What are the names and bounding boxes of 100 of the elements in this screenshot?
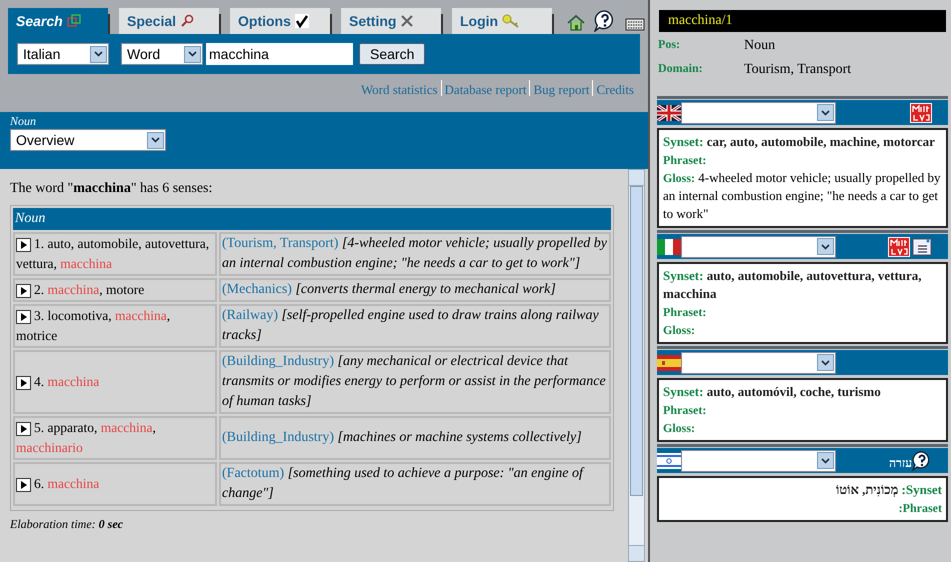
synonym[interactable]: automobile — [78, 236, 138, 251]
comma: , — [99, 282, 103, 297]
help-icon[interactable] — [594, 10, 616, 32]
synonym[interactable]: macchina — [60, 256, 112, 271]
sense-number: 4. — [34, 374, 44, 389]
comma: , — [94, 420, 98, 435]
tab[interactable]: Special — [119, 8, 219, 34]
keyboard-icon[interactable] — [625, 16, 645, 32]
synonym[interactable]: autovettura — [145, 236, 206, 251]
sense-number: 6. — [34, 476, 44, 491]
gloss-text: Gloss: — [663, 322, 696, 339]
field-value: Noun — [744, 37, 776, 55]
scrollbar[interactable] — [628, 169, 645, 562]
play-icon — [20, 313, 27, 321]
synonym[interactable]: motore — [106, 282, 144, 297]
play-icon — [20, 241, 27, 249]
play-button[interactable] — [16, 422, 31, 436]
language-select[interactable] — [681, 352, 836, 374]
tab[interactable]: Options — [230, 8, 330, 34]
table-heading: Noun — [13, 208, 611, 230]
synonym[interactable]: macchina — [48, 374, 100, 389]
senses-summary: The word "macchina" has 6 senses: — [10, 180, 214, 198]
mode-select[interactable]: Word — [121, 43, 203, 65]
comma: , — [152, 420, 156, 435]
play-button[interactable] — [16, 284, 31, 298]
language-select[interactable] — [681, 236, 836, 258]
phraset-label: Phraset: — [898, 500, 942, 517]
definition-cell: (Railway) [self-propelled engine used to draw trains along railway tracks] — [219, 304, 611, 348]
domain-link[interactable]: (Factotum) — [222, 466, 284, 481]
magnifier-icon — [180, 14, 194, 28]
tools-icon — [400, 14, 414, 28]
domain-link[interactable]: (Building_Industry) — [222, 430, 334, 445]
field-value: Tourism, Transport — [744, 61, 852, 79]
comma: , — [70, 236, 74, 251]
synonym[interactable]: macchina — [48, 476, 100, 491]
play-button[interactable] — [16, 478, 31, 492]
synset-text: Synset: car, auto, automobile, machine, motorcar — [663, 133, 936, 151]
comma: , — [166, 308, 170, 323]
phraset-label: Phraset: — [663, 304, 708, 321]
logo-icon[interactable] — [888, 236, 910, 256]
synonym[interactable]: auto — [48, 236, 71, 251]
language-select[interactable]: Italian — [17, 43, 109, 65]
sense-title: macchina/1 — [659, 10, 946, 32]
play-icon — [20, 425, 27, 433]
logo-icon[interactable] — [910, 102, 932, 122]
elaboration-time: Elaboration time: 0 sec — [10, 516, 124, 533]
field-label: Domain: — [658, 60, 704, 77]
home-icon[interactable] — [567, 14, 585, 32]
synonym[interactable]: macchina — [115, 308, 167, 323]
definition-cell: (Mechanics) [converts thermal energy to mechanical work] — [219, 278, 611, 302]
gloss-text: Gloss: 4-wheeled motor vehicle; usually propelled by an internal combustion engine; "he needs a car to get to work" — [663, 169, 942, 223]
play-button[interactable] — [16, 238, 31, 252]
synonym[interactable]: macchinario — [16, 440, 83, 455]
tab[interactable]: Setting — [341, 8, 441, 34]
search-field[interactable]: macchina — [206, 43, 353, 65]
comma: , — [53, 256, 57, 271]
view-select[interactable]: Overview — [10, 129, 166, 151]
pos-label: Noun — [10, 114, 38, 129]
help-label[interactable]: עזרה — [889, 454, 912, 472]
search-button[interactable]: Search — [359, 43, 426, 65]
synset-text: Synset: auto, automóvil, coche, turismo — [663, 383, 882, 401]
play-button[interactable] — [16, 376, 31, 390]
synonym[interactable]: motrice — [16, 328, 58, 343]
comma: , — [206, 236, 210, 251]
domain-link[interactable]: (Mechanics) — [222, 282, 292, 297]
help-icon[interactable] — [912, 450, 932, 470]
tab[interactable]: Login — [452, 8, 552, 34]
gloss-text: Gloss: — [663, 420, 696, 437]
tab[interactable]: Search — [8, 8, 108, 34]
definition-cell: (Tourism, Transport) [4-wheeled motor vehicle; usually propelled by an internal combustion engine; "he needs a car to get to work"] — [219, 232, 611, 276]
cube-icon — [66, 14, 81, 28]
synonym[interactable]: macchina — [48, 282, 100, 297]
domain-link[interactable]: (Tourism, Transport) — [222, 236, 338, 251]
synonym[interactable]: locomotiva — [48, 308, 108, 323]
definition-cell: (Building_Industry) [any mechanical or electrical device that transmits or modifies energy to perform or assist in the performance of human tasks] — [219, 350, 611, 414]
sense-number: 1. — [34, 236, 44, 251]
comma: , — [138, 236, 142, 251]
sense-number: 3. — [34, 308, 44, 323]
flag-icon — [657, 452, 681, 468]
synonym[interactable]: macchina — [100, 420, 152, 435]
definition-cell: (Factotum) [something used to achieve a purpose: "an engine of change"] — [219, 462, 611, 506]
language-select[interactable] — [681, 102, 836, 124]
flag-icon — [657, 354, 681, 370]
checkmark-icon — [294, 14, 309, 28]
synset-text: Synset: auto, automobile, autovettura, vettura, macchina — [663, 267, 923, 303]
notes-icon[interactable] — [912, 238, 932, 256]
field-label: Pos: — [658, 36, 681, 53]
flag-icon — [657, 104, 681, 120]
flag-icon — [657, 238, 681, 254]
language-select[interactable] — [681, 450, 836, 472]
play-icon — [20, 481, 27, 489]
sense-number: 5. — [34, 420, 44, 435]
sense-number: 2. — [34, 282, 44, 297]
key-icon — [502, 14, 520, 28]
play-button[interactable] — [16, 310, 31, 324]
domain-link[interactable]: (Building_Industry) — [222, 354, 334, 369]
synonym[interactable]: apparato — [48, 420, 94, 435]
definition-cell: (Building_Industry) [machines or machine systems collectively] — [219, 416, 611, 460]
domain-link[interactable]: (Railway) — [222, 308, 278, 323]
synonym[interactable]: vettura — [16, 256, 54, 271]
